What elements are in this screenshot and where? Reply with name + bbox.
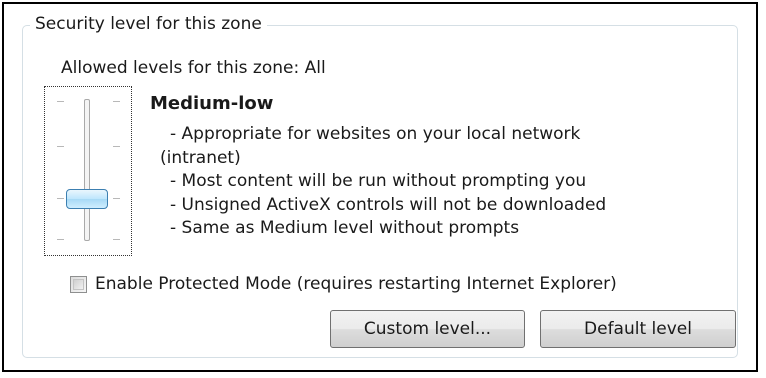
- security-level-description: - Appropriate for websites on your local…: [160, 123, 700, 241]
- description-line: - Same as Medium level without prompts: [170, 218, 520, 238]
- security-level-name: Medium-low: [150, 93, 274, 114]
- slider-tick-left: [57, 101, 64, 102]
- protected-mode-option[interactable]: Enable Protected Mode (requires restarti…: [70, 272, 617, 296]
- slider-track: [84, 99, 90, 241]
- description-line: (intranet): [160, 147, 241, 168]
- allowed-levels-label: Allowed levels for this zone: All: [61, 58, 326, 78]
- security-level-slider[interactable]: [44, 86, 132, 256]
- slider-tick-left: [57, 198, 64, 199]
- groupbox-title: Security level for this zone: [30, 12, 267, 36]
- description-line: - Appropriate for websites on your local…: [170, 124, 581, 144]
- slider-tick-right: [113, 146, 120, 147]
- slider-tick-right: [113, 239, 120, 240]
- default-level-button[interactable]: Default level: [540, 310, 736, 348]
- custom-level-button[interactable]: Custom level...: [330, 310, 525, 348]
- description-line: - Most content will be run without promp…: [170, 171, 587, 191]
- description-line: - Unsigned ActiveX controls will not be …: [170, 194, 607, 215]
- slider-tick-left: [57, 146, 64, 147]
- protected-mode-label[interactable]: Enable Protected Mode (requires restarti…: [95, 272, 617, 296]
- slider-thumb[interactable]: [66, 189, 108, 209]
- slider-tick-right: [113, 198, 120, 199]
- checkbox-box: [73, 278, 84, 290]
- slider-tick-right: [113, 101, 120, 102]
- protected-mode-checkbox[interactable]: [70, 275, 87, 293]
- slider-tick-left: [57, 239, 64, 240]
